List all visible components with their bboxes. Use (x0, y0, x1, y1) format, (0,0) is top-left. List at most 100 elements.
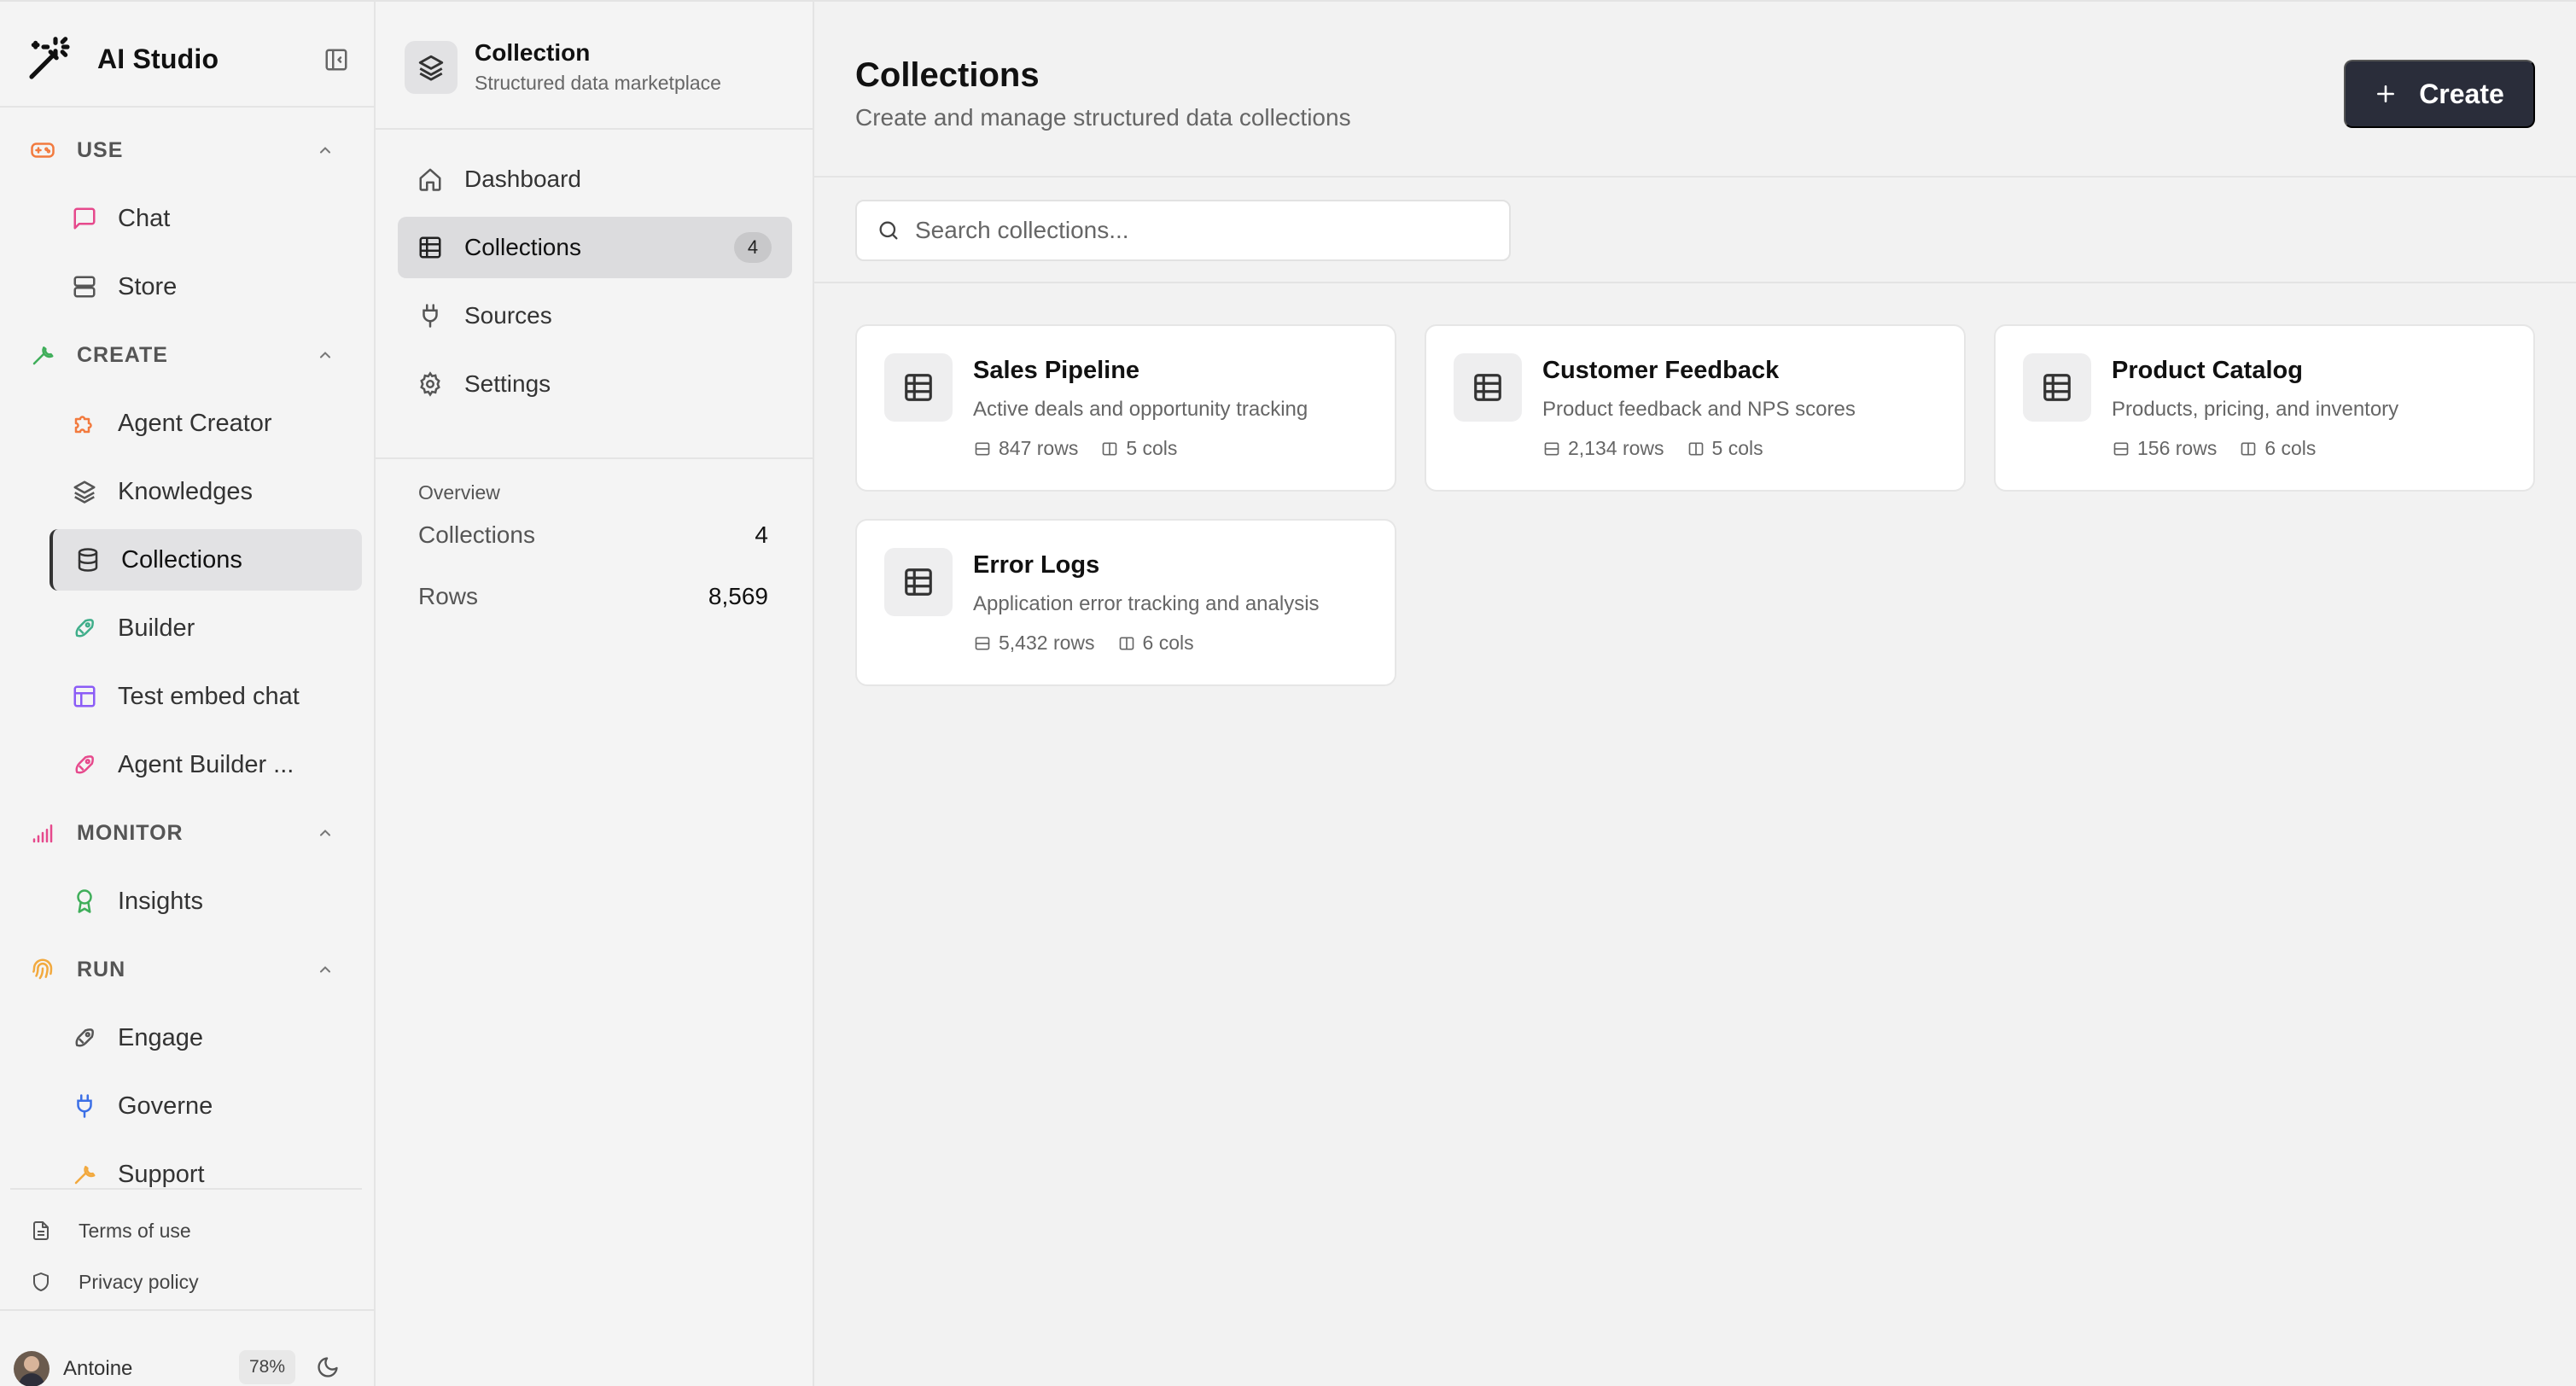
rows-icon (2112, 440, 2130, 458)
columns-icon (1100, 440, 1119, 458)
card-meta: 156 rows 6 cols (2112, 437, 2338, 460)
columns-icon (2239, 440, 2258, 458)
panel-nav-label: Dashboard (464, 166, 581, 192)
sidebar-item-insights[interactable]: Insights (0, 867, 374, 935)
brand[interactable]: AI Studio (24, 31, 352, 87)
collection-card-error-logs[interactable]: Error Logs Application error tracking an… (855, 519, 1396, 686)
panel-header: Collection Structured data marketplace (405, 39, 721, 95)
sidebar: AI Studio USE Chat Store CREATE Agent Cr… (0, 2, 376, 1386)
sidebar-item-label: Knowledges (118, 477, 253, 505)
create-button-label: Create (2419, 78, 2504, 109)
section-create[interactable]: CREATE (0, 321, 374, 389)
moon-icon[interactable] (312, 1352, 343, 1383)
overview-row-rows: Rows 8,569 (418, 566, 768, 627)
page-subtitle: Create and manage structured data collec… (855, 104, 1351, 131)
sidebar-item-governe[interactable]: Governe (0, 1072, 374, 1140)
section-use[interactable]: USE (0, 116, 374, 184)
chevron-up-icon[interactable] (314, 344, 336, 366)
sidebar-item-builder[interactable]: Builder (0, 594, 374, 662)
sidebar-item-label: Agent Creator (118, 409, 272, 437)
layout-icon (70, 682, 99, 711)
sidebar-item-label: Chat (118, 204, 171, 232)
card-rows: 5,432 rows (999, 632, 1095, 654)
panel-nav-label: Sources (464, 302, 552, 329)
signal-icon (29, 819, 56, 847)
card-description: Products, pricing, and inventory (2112, 398, 2399, 421)
search-box[interactable] (855, 200, 1511, 261)
divider (376, 457, 813, 459)
card-description: Active deals and opportunity tracking (973, 398, 1308, 421)
sidebar-item-test-embed-chat[interactable]: Test embed chat (0, 662, 374, 731)
user-name: Antoine (63, 1357, 133, 1380)
magic-wand-icon (24, 33, 75, 84)
sidebar-item-chat[interactable]: Chat (0, 184, 374, 253)
user-profile[interactable]: Antoine 78% (14, 1347, 347, 1386)
rocket-icon (70, 750, 99, 779)
divider (0, 1309, 374, 1311)
sidebar-item-store[interactable]: Store (0, 253, 374, 321)
divider (0, 106, 374, 108)
panel-nav-sources[interactable]: Sources (398, 285, 792, 346)
plug-icon (70, 1092, 99, 1121)
sidebar-item-label: Support (118, 1160, 205, 1188)
collection-card-product-catalog[interactable]: Product Catalog Products, pricing, and i… (1994, 324, 2535, 492)
sidebar-item-agent-builder[interactable]: Agent Builder ... (0, 731, 374, 799)
section-label: USE (77, 137, 124, 162)
sidebar-item-engage[interactable]: Engage (0, 1004, 374, 1072)
app-window: AI Studio USE Chat Store CREATE Agent Cr… (0, 0, 2576, 1386)
plug-icon (417, 302, 444, 329)
sidebar-nav: USE Chat Store CREATE Agent Creator Know… (0, 116, 374, 1208)
overview-title: Overview (418, 481, 500, 504)
document-icon (29, 1219, 53, 1243)
section-run[interactable]: RUN (0, 935, 374, 1004)
sidebar-item-collections[interactable]: Collections (50, 529, 362, 591)
section-monitor[interactable]: MONITOR (0, 799, 374, 867)
card-meta: 5,432 rows 6 cols (973, 632, 1216, 655)
card-cols: 5 cols (1126, 437, 1178, 459)
table-icon (1454, 353, 1522, 422)
plus-icon (2375, 83, 2397, 105)
overview-value: 4 (755, 521, 768, 548)
chevron-up-icon[interactable] (314, 139, 336, 161)
collection-card-sales-pipeline[interactable]: Sales Pipeline Active deals and opportun… (855, 324, 1396, 492)
chevron-up-icon[interactable] (314, 958, 336, 981)
panel-nav-dashboard[interactable]: Dashboard (398, 148, 792, 210)
terms-link[interactable]: Terms of use (29, 1205, 199, 1256)
privacy-link[interactable]: Privacy policy (29, 1256, 199, 1307)
card-rows: 156 rows (2137, 437, 2218, 459)
panel-nav-collections[interactable]: Collections 4 (398, 217, 792, 278)
sidebar-item-support[interactable]: Support (0, 1140, 374, 1208)
overview: Overview Collections 4 Rows 8,569 (418, 481, 768, 627)
panel-subtitle: Structured data marketplace (475, 72, 721, 94)
sidebar-collapse-icon[interactable] (321, 44, 352, 75)
overview-value: 8,569 (708, 583, 768, 609)
card-meta: 2,134 rows 5 cols (1542, 437, 1786, 460)
section-label: MONITOR (77, 820, 184, 845)
message-icon (70, 204, 99, 233)
search-input[interactable] (915, 217, 1495, 244)
section-label: RUN (77, 957, 126, 981)
panel-nav-settings[interactable]: Settings (398, 353, 792, 415)
sidebar-item-knowledges[interactable]: Knowledges (0, 457, 374, 526)
card-title: Error Logs (973, 551, 1100, 579)
layers-icon (405, 40, 458, 94)
card-description: Application error tracking and analysis (973, 592, 1320, 615)
table-icon (2023, 353, 2091, 422)
rows-icon (973, 634, 992, 653)
award-icon (70, 887, 99, 916)
footer-link-label: Terms of use (79, 1219, 191, 1242)
sidebar-item-agent-creator[interactable]: Agent Creator (0, 389, 374, 457)
card-cols: 5 cols (1711, 437, 1763, 459)
sidebar-item-label: Test embed chat (118, 682, 300, 710)
card-cols: 6 cols (2264, 437, 2317, 459)
columns-icon (1117, 634, 1136, 653)
create-button[interactable]: Create (2344, 60, 2535, 128)
database-icon (73, 545, 102, 574)
divider (814, 176, 2576, 178)
chevron-up-icon[interactable] (314, 822, 336, 844)
overview-label: Rows (418, 583, 479, 609)
gamepad-icon (29, 137, 56, 164)
section-label: CREATE (77, 342, 168, 367)
footer-links: Terms of use Privacy policy (29, 1205, 199, 1307)
collection-card-customer-feedback[interactable]: Customer Feedback Product feedback and N… (1425, 324, 1966, 492)
